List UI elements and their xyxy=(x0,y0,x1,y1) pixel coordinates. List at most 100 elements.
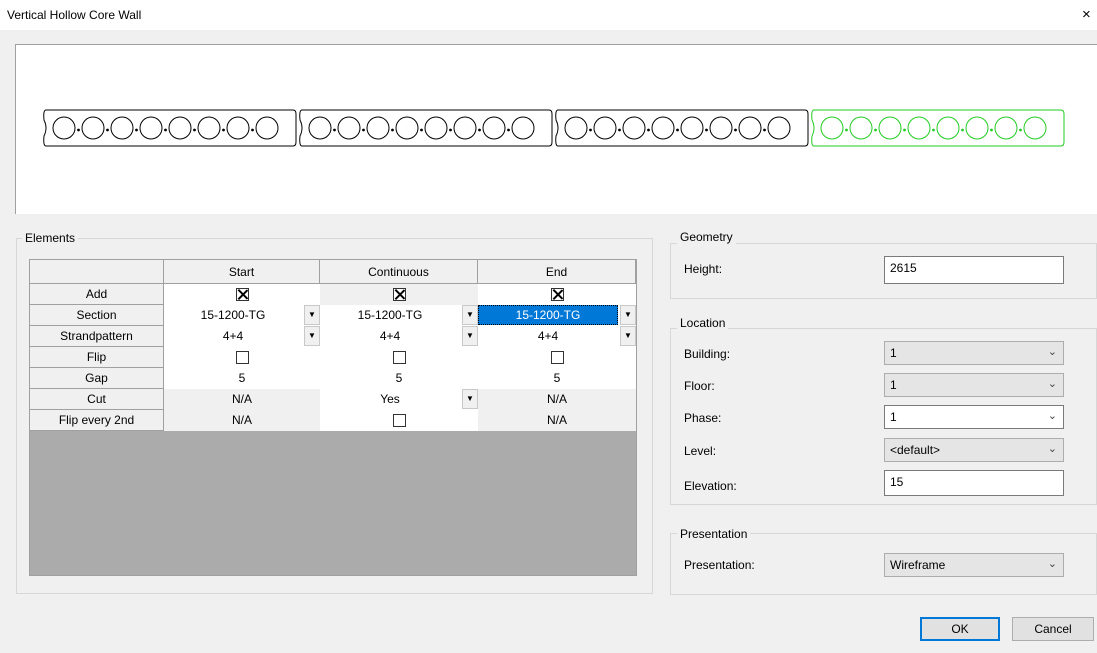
column-header-continuous: Continuous xyxy=(320,260,478,284)
core-void xyxy=(337,116,361,140)
strand-dot xyxy=(845,128,848,132)
checkbox-checked-icon[interactable] xyxy=(392,288,406,302)
grid-text-value[interactable]: 5 xyxy=(164,368,320,389)
strand-dot xyxy=(763,128,766,132)
grid-combo-value: Yes xyxy=(380,392,400,406)
grid-combo[interactable]: 4+4 ▼ xyxy=(164,326,320,347)
strand-dot xyxy=(961,128,964,132)
dropdown-arrow-icon[interactable]: ▼ xyxy=(462,305,478,325)
row-header: Flip xyxy=(30,347,164,368)
checkbox-checked-icon[interactable] xyxy=(235,288,249,302)
close-icon[interactable]: × xyxy=(1070,0,1097,30)
checkbox-unchecked-icon[interactable] xyxy=(550,351,564,365)
strand-dot xyxy=(251,128,254,132)
grid-checkbox[interactable] xyxy=(320,410,478,431)
core-void xyxy=(820,116,844,140)
strand-dot xyxy=(705,128,708,132)
building-select-value: 1 xyxy=(890,346,897,360)
core-void xyxy=(965,116,989,140)
dropdown-arrow-icon[interactable]: ▼ xyxy=(304,305,320,325)
column-header-end: End xyxy=(478,260,636,284)
grid-na-value: N/A xyxy=(478,389,636,410)
grid-combo[interactable]: 4+4 ▼ xyxy=(478,326,636,347)
core-void xyxy=(308,116,332,140)
elevation-label: Elevation: xyxy=(684,479,737,493)
floor-select-value: 1 xyxy=(890,378,897,392)
strand-dot xyxy=(362,128,365,132)
grid-combo[interactable]: 15-1200-TG ▼ xyxy=(320,305,478,326)
dropdown-arrow-icon[interactable]: ▼ xyxy=(620,305,636,325)
phase-label: Phase: xyxy=(684,411,722,425)
cancel-button[interactable]: Cancel xyxy=(1012,617,1094,641)
strand-dot xyxy=(333,128,336,132)
grid-text-value[interactable]: 5 xyxy=(478,368,636,389)
strand-dot xyxy=(874,128,877,132)
phase-select[interactable]: 1 ⌄ xyxy=(884,405,1064,429)
grid-na-value: N/A xyxy=(164,410,320,431)
strand-dot xyxy=(222,128,225,132)
dropdown-arrow-icon[interactable]: ▼ xyxy=(462,326,478,346)
grid-checkbox[interactable] xyxy=(164,347,320,368)
strand-dot xyxy=(903,128,906,132)
strand-dot xyxy=(507,128,510,132)
core-void xyxy=(878,116,902,140)
strand-dot xyxy=(77,128,80,132)
height-field[interactable]: 2615 xyxy=(884,256,1064,284)
floor-select[interactable]: 1 ⌄ xyxy=(884,373,1064,397)
core-void xyxy=(110,116,134,140)
checkbox-unchecked-icon[interactable] xyxy=(392,414,406,428)
building-select[interactable]: 1 ⌄ xyxy=(884,341,1064,365)
presentation-select[interactable]: Wireframe ⌄ xyxy=(884,553,1064,577)
core-void xyxy=(767,116,791,140)
core-void xyxy=(424,116,448,140)
checkbox-checked-icon[interactable] xyxy=(550,288,564,302)
elevation-field[interactable]: 15 xyxy=(884,470,1064,496)
core-void xyxy=(849,116,873,140)
dropdown-arrow-icon[interactable]: ▼ xyxy=(462,389,478,409)
level-select[interactable]: <default> ⌄ xyxy=(884,438,1064,462)
ok-button[interactable]: OK xyxy=(920,617,1000,641)
strand-dot xyxy=(990,128,993,132)
core-void xyxy=(139,116,163,140)
core-void xyxy=(226,116,250,140)
grid-checkbox[interactable] xyxy=(320,284,478,305)
dropdown-arrow-icon[interactable]: ▼ xyxy=(620,326,636,346)
grid-combo[interactable]: 15-1200-TG ▼ xyxy=(164,305,320,326)
core-void xyxy=(168,116,192,140)
grid-checkbox[interactable] xyxy=(478,347,636,368)
strand-dot xyxy=(1019,128,1022,132)
row-header: Strandpattern xyxy=(30,326,164,347)
strand-dot xyxy=(932,128,935,132)
grid-combo[interactable]: 15-1200-TG ▼ xyxy=(478,305,636,326)
core-void xyxy=(453,116,477,140)
hollow-core-panel xyxy=(43,109,297,147)
strand-dot xyxy=(734,128,737,132)
grid-combo[interactable]: 4+4 ▼ xyxy=(320,326,478,347)
hollow-core-panel xyxy=(299,109,553,147)
strand-dot xyxy=(193,128,196,132)
grid-combo-value: 4+4 xyxy=(379,329,401,343)
grid-checkbox[interactable] xyxy=(478,284,636,305)
floor-label: Floor: xyxy=(684,379,715,393)
grid-text-value[interactable]: 5 xyxy=(320,368,478,389)
grid-combo-value: 4+4 xyxy=(537,329,559,343)
grid-na-value: N/A xyxy=(478,410,636,431)
height-label: Height: xyxy=(684,262,723,276)
chevron-down-icon: ⌄ xyxy=(1047,443,1057,455)
checkbox-unchecked-icon[interactable] xyxy=(392,351,406,365)
elements-grid: Start Continuous End Add Section 15-1200-TG ▼ 1… xyxy=(29,259,637,576)
row-header: Cut xyxy=(30,389,164,410)
grid-checkbox[interactable] xyxy=(320,347,478,368)
grid-combo[interactable]: Yes ▼ xyxy=(320,389,478,410)
core-void xyxy=(1023,116,1047,140)
dropdown-arrow-icon[interactable]: ▼ xyxy=(304,326,320,346)
column-header-start: Start xyxy=(164,260,320,284)
row-header: Gap xyxy=(30,368,164,389)
core-void xyxy=(255,116,279,140)
core-void xyxy=(907,116,931,140)
window-title: Vertical Hollow Core Wall xyxy=(7,8,142,22)
core-void xyxy=(994,116,1018,140)
building-label: Building: xyxy=(684,347,731,361)
grid-checkbox[interactable] xyxy=(164,284,320,305)
checkbox-unchecked-icon[interactable] xyxy=(235,351,249,365)
